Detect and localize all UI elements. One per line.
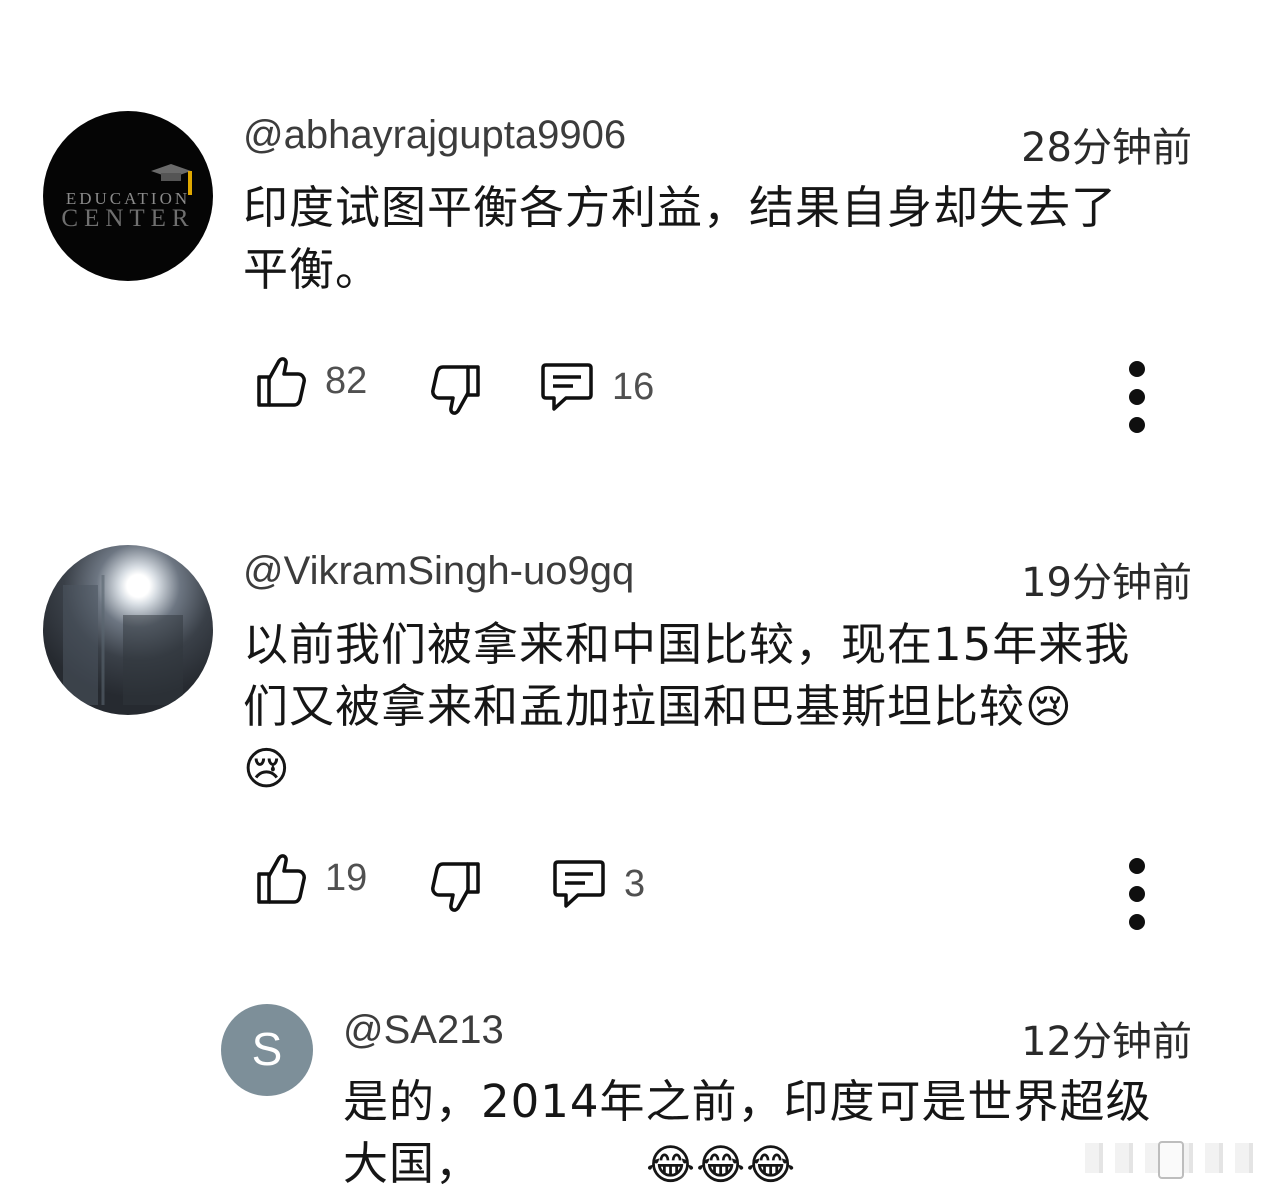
render-artifact-bar	[1158, 1141, 1184, 1179]
comment-time: 19分钟前	[1021, 560, 1192, 606]
comment-author[interactable]: @SA213	[343, 1008, 504, 1053]
comment-actions: 19 3	[0, 850, 1280, 930]
reply-count: 3	[624, 862, 646, 905]
reply-count: 16	[612, 365, 655, 408]
dislike-button[interactable]	[430, 363, 482, 419]
comment-time: 12分钟前	[1021, 1019, 1192, 1065]
comment-icon	[553, 860, 605, 908]
comment-icon	[541, 363, 593, 411]
more-options-button[interactable]	[1125, 858, 1149, 942]
thumb-down-icon	[431, 365, 480, 415]
comment-line: 是的，2014年之前，印度可是世界超级	[343, 1075, 1152, 1128]
like-count: 19	[325, 856, 368, 899]
like-button[interactable]: 82	[255, 353, 367, 409]
comment-time: 28分钟前	[1021, 125, 1192, 171]
comment-line: 平衡。	[243, 243, 382, 296]
comment-text: 印度试图平衡各方利益，结果自身却失去了 平衡。	[243, 177, 1117, 301]
thumb-down-icon	[431, 862, 480, 912]
reply-button[interactable]: 16	[540, 361, 654, 413]
logo-text-2: CENTER	[61, 205, 195, 232]
like-button[interactable]: 19	[255, 850, 367, 906]
comment-line-text: 大国，	[343, 1137, 482, 1190]
laughing-emoji: 😂😂😂	[646, 1140, 797, 1189]
like-count: 82	[325, 359, 368, 402]
comment-author[interactable]: @VikramSingh-uo9gq	[243, 549, 634, 594]
more-dot	[1129, 914, 1145, 930]
dislike-button[interactable]	[430, 860, 482, 916]
avatar[interactable]: EDUCATION CENTER	[43, 111, 213, 281]
more-dot	[1129, 389, 1145, 405]
thumb-up-icon	[257, 357, 306, 407]
reply-button[interactable]: 3	[552, 858, 645, 910]
more-vertical-icon	[1129, 361, 1145, 377]
photo-icon	[63, 575, 183, 705]
comment-line: 们又被拿来和孟加拉国和巴基斯坦比较😢	[243, 680, 1073, 733]
more-dot	[1129, 417, 1145, 433]
comment-line: 😢	[243, 742, 291, 795]
avatar[interactable]	[43, 545, 213, 715]
comment-text: 以前我们被拿来和中国比较，现在15年来我 们又被拿来和孟加拉国和巴基斯坦比较😢 …	[243, 614, 1130, 800]
comment-line: 以前我们被拿来和中国比较，现在15年来我	[243, 618, 1131, 671]
comment-line: 印度试图平衡各方利益，结果自身却失去了	[243, 181, 1118, 234]
thumb-up-icon	[257, 854, 306, 904]
comment-line: 大国， 😂😂😂	[343, 1133, 1152, 1196]
comment-author[interactable]: @abhayrajgupta9906	[243, 113, 626, 158]
comment-text: 是的，2014年之前，印度可是世界超级 大国， 😂😂😂	[343, 1071, 1152, 1196]
comment-actions: 82 16	[0, 353, 1280, 433]
avatar[interactable]: S	[221, 1004, 313, 1096]
more-dot	[1129, 886, 1145, 902]
more-options-button[interactable]	[1125, 361, 1149, 445]
more-vertical-icon	[1129, 858, 1145, 874]
avatar-letter: S	[251, 1023, 283, 1075]
